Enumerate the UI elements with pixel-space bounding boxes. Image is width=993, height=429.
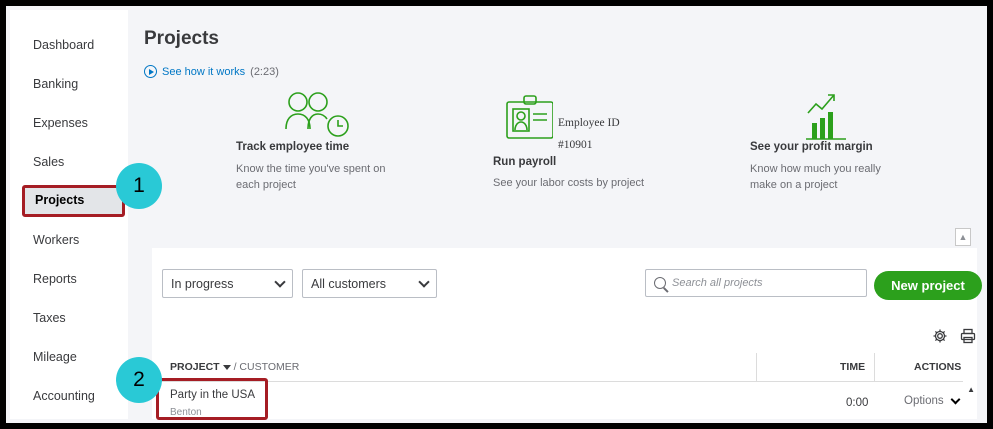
feature-title: See your profit margin <box>750 141 873 153</box>
options-dropdown[interactable]: Options <box>904 394 961 407</box>
app-window: Dashboard Banking Expenses Sales Project… <box>10 10 982 420</box>
chevron-down-icon <box>950 394 961 404</box>
table-scroll-up-icon[interactable]: ▲ <box>967 385 975 394</box>
new-project-button[interactable]: New project <box>874 271 982 300</box>
column-header-time[interactable]: TIME <box>840 353 865 381</box>
time-value: 0:00 <box>846 397 869 409</box>
see-how-duration: (2:23) <box>250 65 279 78</box>
search-icon <box>654 277 666 289</box>
column-header-actions: ACTIONS <box>914 361 962 373</box>
search-box <box>645 269 867 297</box>
employee-id-text: Employee ID #10901 <box>558 112 620 156</box>
customer-filter-value: All customers <box>311 276 387 291</box>
sidebar-item-projects[interactable]: Projects <box>22 185 125 217</box>
feature-desc: See your labor costs by project <box>493 177 645 189</box>
profit-chart-icon <box>750 85 950 141</box>
feature-desc: Know the time you've spent on each proje… <box>236 163 386 191</box>
projects-panel: In progress All customers New project <box>152 248 982 420</box>
options-label: Options <box>904 395 944 407</box>
customer-filter-select[interactable]: All customers <box>302 269 437 298</box>
status-filter-select[interactable]: In progress <box>162 269 293 298</box>
employee-id-label: Employee ID <box>558 117 620 129</box>
screenshot-frame: Dashboard Banking Expenses Sales Project… <box>0 0 993 429</box>
sidebar-item-workers[interactable]: Workers <box>20 225 120 255</box>
main-content: Projects See how it works (2:23) Track e… <box>140 10 982 420</box>
project-header-label: PROJECT <box>170 361 220 373</box>
chevron-down-icon <box>274 275 286 288</box>
customer-header-label: / CUSTOMER <box>233 361 300 373</box>
sidebar-item-taxes[interactable]: Taxes <box>20 303 120 333</box>
gear-icon[interactable] <box>932 328 948 344</box>
print-icon[interactable] <box>960 328 976 344</box>
header-divider <box>152 381 963 382</box>
sidebar-item-accounting[interactable]: Accounting <box>20 381 120 411</box>
column-header-project[interactable]: PROJECT / CUSTOMER <box>170 353 299 381</box>
callout-badge-2: 2 <box>116 357 162 403</box>
column-divider <box>756 353 757 381</box>
employees-clock-icon <box>236 85 436 141</box>
search-input[interactable] <box>672 277 852 289</box>
sidebar-item-dashboard[interactable]: Dashboard <box>20 30 120 60</box>
sidebar-item-reports[interactable]: Reports <box>20 264 120 294</box>
sort-down-icon <box>222 364 231 370</box>
sidebar-item-expenses[interactable]: Expenses <box>20 108 120 138</box>
status-filter-value: In progress <box>171 276 234 291</box>
sidebar: Dashboard Banking Expenses Sales Project… <box>10 10 128 419</box>
employee-id-badge-icon: Employee ID #10901 <box>493 90 693 151</box>
feature-desc: Know how much you really make on a proje… <box>750 163 881 191</box>
page-title: Projects <box>144 28 219 49</box>
scroll-up-button[interactable]: ▲ <box>955 228 971 246</box>
feature-run-payroll: Employee ID #10901 Run payroll See your … <box>493 90 693 191</box>
feature-track-time: Track employee time Know the time you've… <box>236 85 436 193</box>
row-highlight-annotation <box>156 378 268 420</box>
feature-profit-margin: See your profit margin Know how much you… <box>750 85 950 193</box>
see-how-label: See how it works <box>162 65 246 78</box>
chevron-down-icon <box>418 275 430 288</box>
feature-title: Track employee time <box>236 141 350 153</box>
employee-id-number: #10901 <box>558 139 593 151</box>
sidebar-item-mileage[interactable]: Mileage <box>20 342 120 372</box>
column-divider <box>874 353 875 381</box>
feature-title: Run payroll <box>493 156 557 168</box>
sidebar-item-sales[interactable]: Sales <box>20 147 120 177</box>
callout-badge-1: 1 <box>116 163 162 209</box>
sidebar-item-banking[interactable]: Banking <box>20 69 120 99</box>
see-how-link[interactable]: See how it works (2:23) <box>144 65 279 78</box>
play-icon <box>144 65 157 78</box>
